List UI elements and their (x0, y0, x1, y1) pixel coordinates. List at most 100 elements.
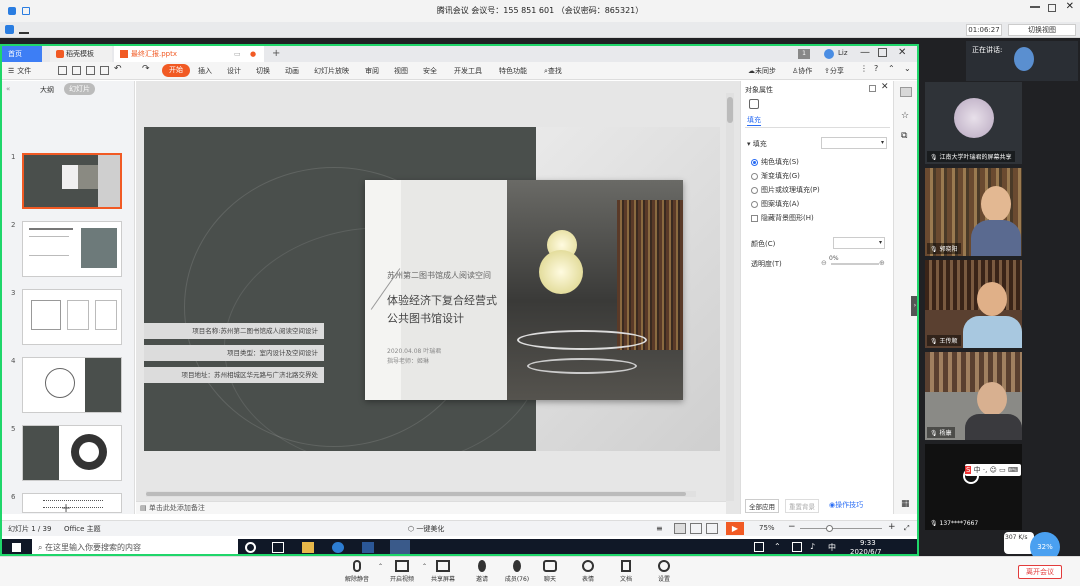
star-icon[interactable]: ☆ (901, 111, 909, 121)
outline-tab[interactable]: 大纲 (40, 85, 54, 95)
properties-icon[interactable] (900, 87, 912, 97)
undo-icon[interactable]: ↶ (114, 64, 122, 74)
sync-status[interactable]: ☁未同步 (748, 65, 776, 77)
menu-features[interactable]: 特色功能 (499, 65, 527, 77)
tab-home[interactable]: 首页 (2, 46, 42, 62)
collapse-panel-icon[interactable]: « (6, 85, 10, 93)
network-tray-icon[interactable] (792, 542, 802, 552)
security-icon[interactable] (5, 25, 14, 34)
gradient-fill-radio[interactable]: 渐变填充(G) (751, 171, 800, 181)
normal-view-icon[interactable] (674, 523, 686, 534)
pin-icon[interactable] (869, 85, 876, 92)
beautify-button[interactable]: ⬡ 一键美化 (408, 524, 444, 534)
slider-minus-icon[interactable]: ⊖ (821, 259, 827, 267)
ime-icon[interactable]: 中 (828, 542, 836, 553)
expand-pane-icon[interactable]: › (911, 296, 917, 316)
monitor-icon[interactable]: ▭ (234, 46, 241, 62)
play-slideshow-button[interactable]: ▶ (726, 522, 744, 535)
preview-icon[interactable] (100, 66, 109, 75)
participant-tile-2[interactable]: 🎙 郭晓阳 (925, 168, 1022, 256)
tab-template[interactable]: 稻壳模板 (50, 46, 112, 62)
reset-background-button[interactable]: 重置背景 (785, 499, 819, 513)
settings-button[interactable]: 设置 (644, 560, 684, 583)
participant-tile-5[interactable]: S 中 ·, ☺ ▭ ⌨ 🎙 137****7667 (925, 444, 1022, 530)
menu-review[interactable]: 审阅 (365, 65, 379, 77)
docs-button[interactable]: 文档 (606, 560, 646, 583)
more-icon[interactable]: ⋮ (860, 64, 868, 73)
mute-button[interactable]: 解除静音 (337, 560, 377, 583)
menu-view[interactable]: 视图 (394, 65, 408, 77)
participant-tile-3[interactable]: 🎙 王传顺 (925, 260, 1022, 348)
horizontal-scrollbar[interactable] (146, 491, 696, 497)
slide-canvas[interactable]: 苏州第二图书馆成人阅读空间 体验经济下复合经营式 公共图书馆设计 2020.04… (144, 127, 720, 451)
participant-tile-4[interactable]: 🎙 杨康 (925, 352, 1022, 440)
help-icon[interactable]: ? (874, 64, 878, 73)
close-icon[interactable]: ✕ (1066, 1, 1074, 13)
windows-start-icon[interactable] (12, 543, 21, 552)
slides-tab[interactable]: 幻灯片 (64, 83, 95, 95)
participant-tile-share[interactable]: 🎙 江南大学叶瑞君的屏幕共享 (925, 82, 1022, 164)
reading-view-icon[interactable] (706, 523, 718, 534)
slide-thumb-4[interactable] (22, 357, 122, 413)
word-icon[interactable] (362, 542, 374, 553)
window-maximize-icon[interactable] (878, 48, 887, 57)
avatar[interactable] (824, 49, 834, 59)
ime-toolbar[interactable]: S 中 ·, ☺ ▭ ⌨ (965, 464, 1021, 476)
task-view-icon[interactable] (272, 542, 284, 553)
tab-file[interactable]: 最终汇报.pptx ▭ ● (114, 46, 264, 62)
new-tab-button[interactable]: + (266, 46, 286, 62)
hide-background-checkbox[interactable]: 隐藏背景图形(H) (751, 213, 814, 223)
slide-thumb-6[interactable] (22, 493, 122, 513)
volume-icon[interactable]: ♪ (810, 542, 815, 551)
invite-button[interactable]: 邀请 (462, 560, 502, 583)
chat-button[interactable]: 聊天 (530, 560, 570, 583)
switch-view-button[interactable]: 切换视图 (1008, 24, 1076, 36)
pane-close-icon[interactable]: ✕ (881, 82, 889, 92)
start-tab[interactable]: 开始 (162, 64, 190, 77)
export-icon[interactable] (72, 66, 81, 75)
menu-security[interactable]: 安全 (423, 65, 437, 77)
pattern-fill-radio[interactable]: 图案填充(A) (751, 199, 799, 209)
vertical-scrollbar[interactable] (726, 93, 734, 501)
chevron-up-icon[interactable]: ⌃ (774, 542, 781, 551)
minimize-icon[interactable] (1030, 6, 1040, 8)
edge-icon[interactable] (332, 542, 344, 553)
redo-icon[interactable]: ↷ (142, 64, 150, 74)
fit-icon[interactable]: ⤢ (904, 524, 910, 533)
network-icon[interactable] (19, 25, 29, 34)
collab-button[interactable]: ♙协作 (792, 65, 812, 77)
slide-thumb-5[interactable] (22, 425, 122, 481)
zoom-out-icon[interactable]: − (788, 522, 796, 532)
file-menu[interactable]: ☰ 文件 (8, 65, 31, 77)
collapse-ribbon-icon[interactable]: ⌃ (888, 64, 895, 73)
color-picker[interactable]: ▾ (833, 237, 885, 249)
transparency-slider[interactable] (831, 263, 879, 265)
menu-devtools[interactable]: 开发工具 (454, 65, 482, 77)
menu-insert[interactable]: 插入 (198, 65, 212, 77)
zoom-in-icon[interactable]: + (888, 522, 896, 532)
picture-fill-radio[interactable]: 图片或纹理填充(P) (751, 185, 820, 195)
meeting-app-icon[interactable] (390, 540, 410, 554)
file-explorer-icon[interactable] (302, 542, 314, 553)
emoji-button[interactable]: 表情 (568, 560, 608, 583)
notes-toggle-icon[interactable]: ≡ (656, 524, 663, 533)
print-icon[interactable] (86, 66, 95, 75)
fill-dropdown[interactable]: ▾ (821, 137, 887, 149)
sorter-view-icon[interactable] (690, 523, 702, 534)
fill-section-toggle[interactable]: ▾ 填充 (747, 139, 767, 149)
video-button[interactable]: 开启视频 (382, 560, 422, 583)
share-button[interactable]: ⇪分享 (824, 65, 844, 77)
cortana-icon[interactable] (245, 542, 256, 553)
solid-fill-radio[interactable]: 纯色填充(S) (751, 157, 799, 167)
slider-plus-icon[interactable]: ⊕ (879, 259, 885, 267)
menu-animation[interactable]: 动画 (285, 65, 299, 77)
search-button[interactable]: ⌕查找 (544, 65, 562, 77)
zoom-slider[interactable] (800, 525, 882, 532)
menu-design[interactable]: 设计 (227, 65, 241, 77)
menu-slideshow[interactable]: 幻灯片放映 (314, 65, 349, 77)
slide-thumb-2[interactable] (22, 221, 122, 277)
notes-area[interactable]: ▤ 单击此处添加备注 (136, 501, 726, 514)
tips-link[interactable]: ◉操作技巧 (829, 500, 863, 510)
save-icon[interactable] (58, 66, 67, 75)
window-close-icon[interactable]: ✕ (898, 47, 906, 58)
